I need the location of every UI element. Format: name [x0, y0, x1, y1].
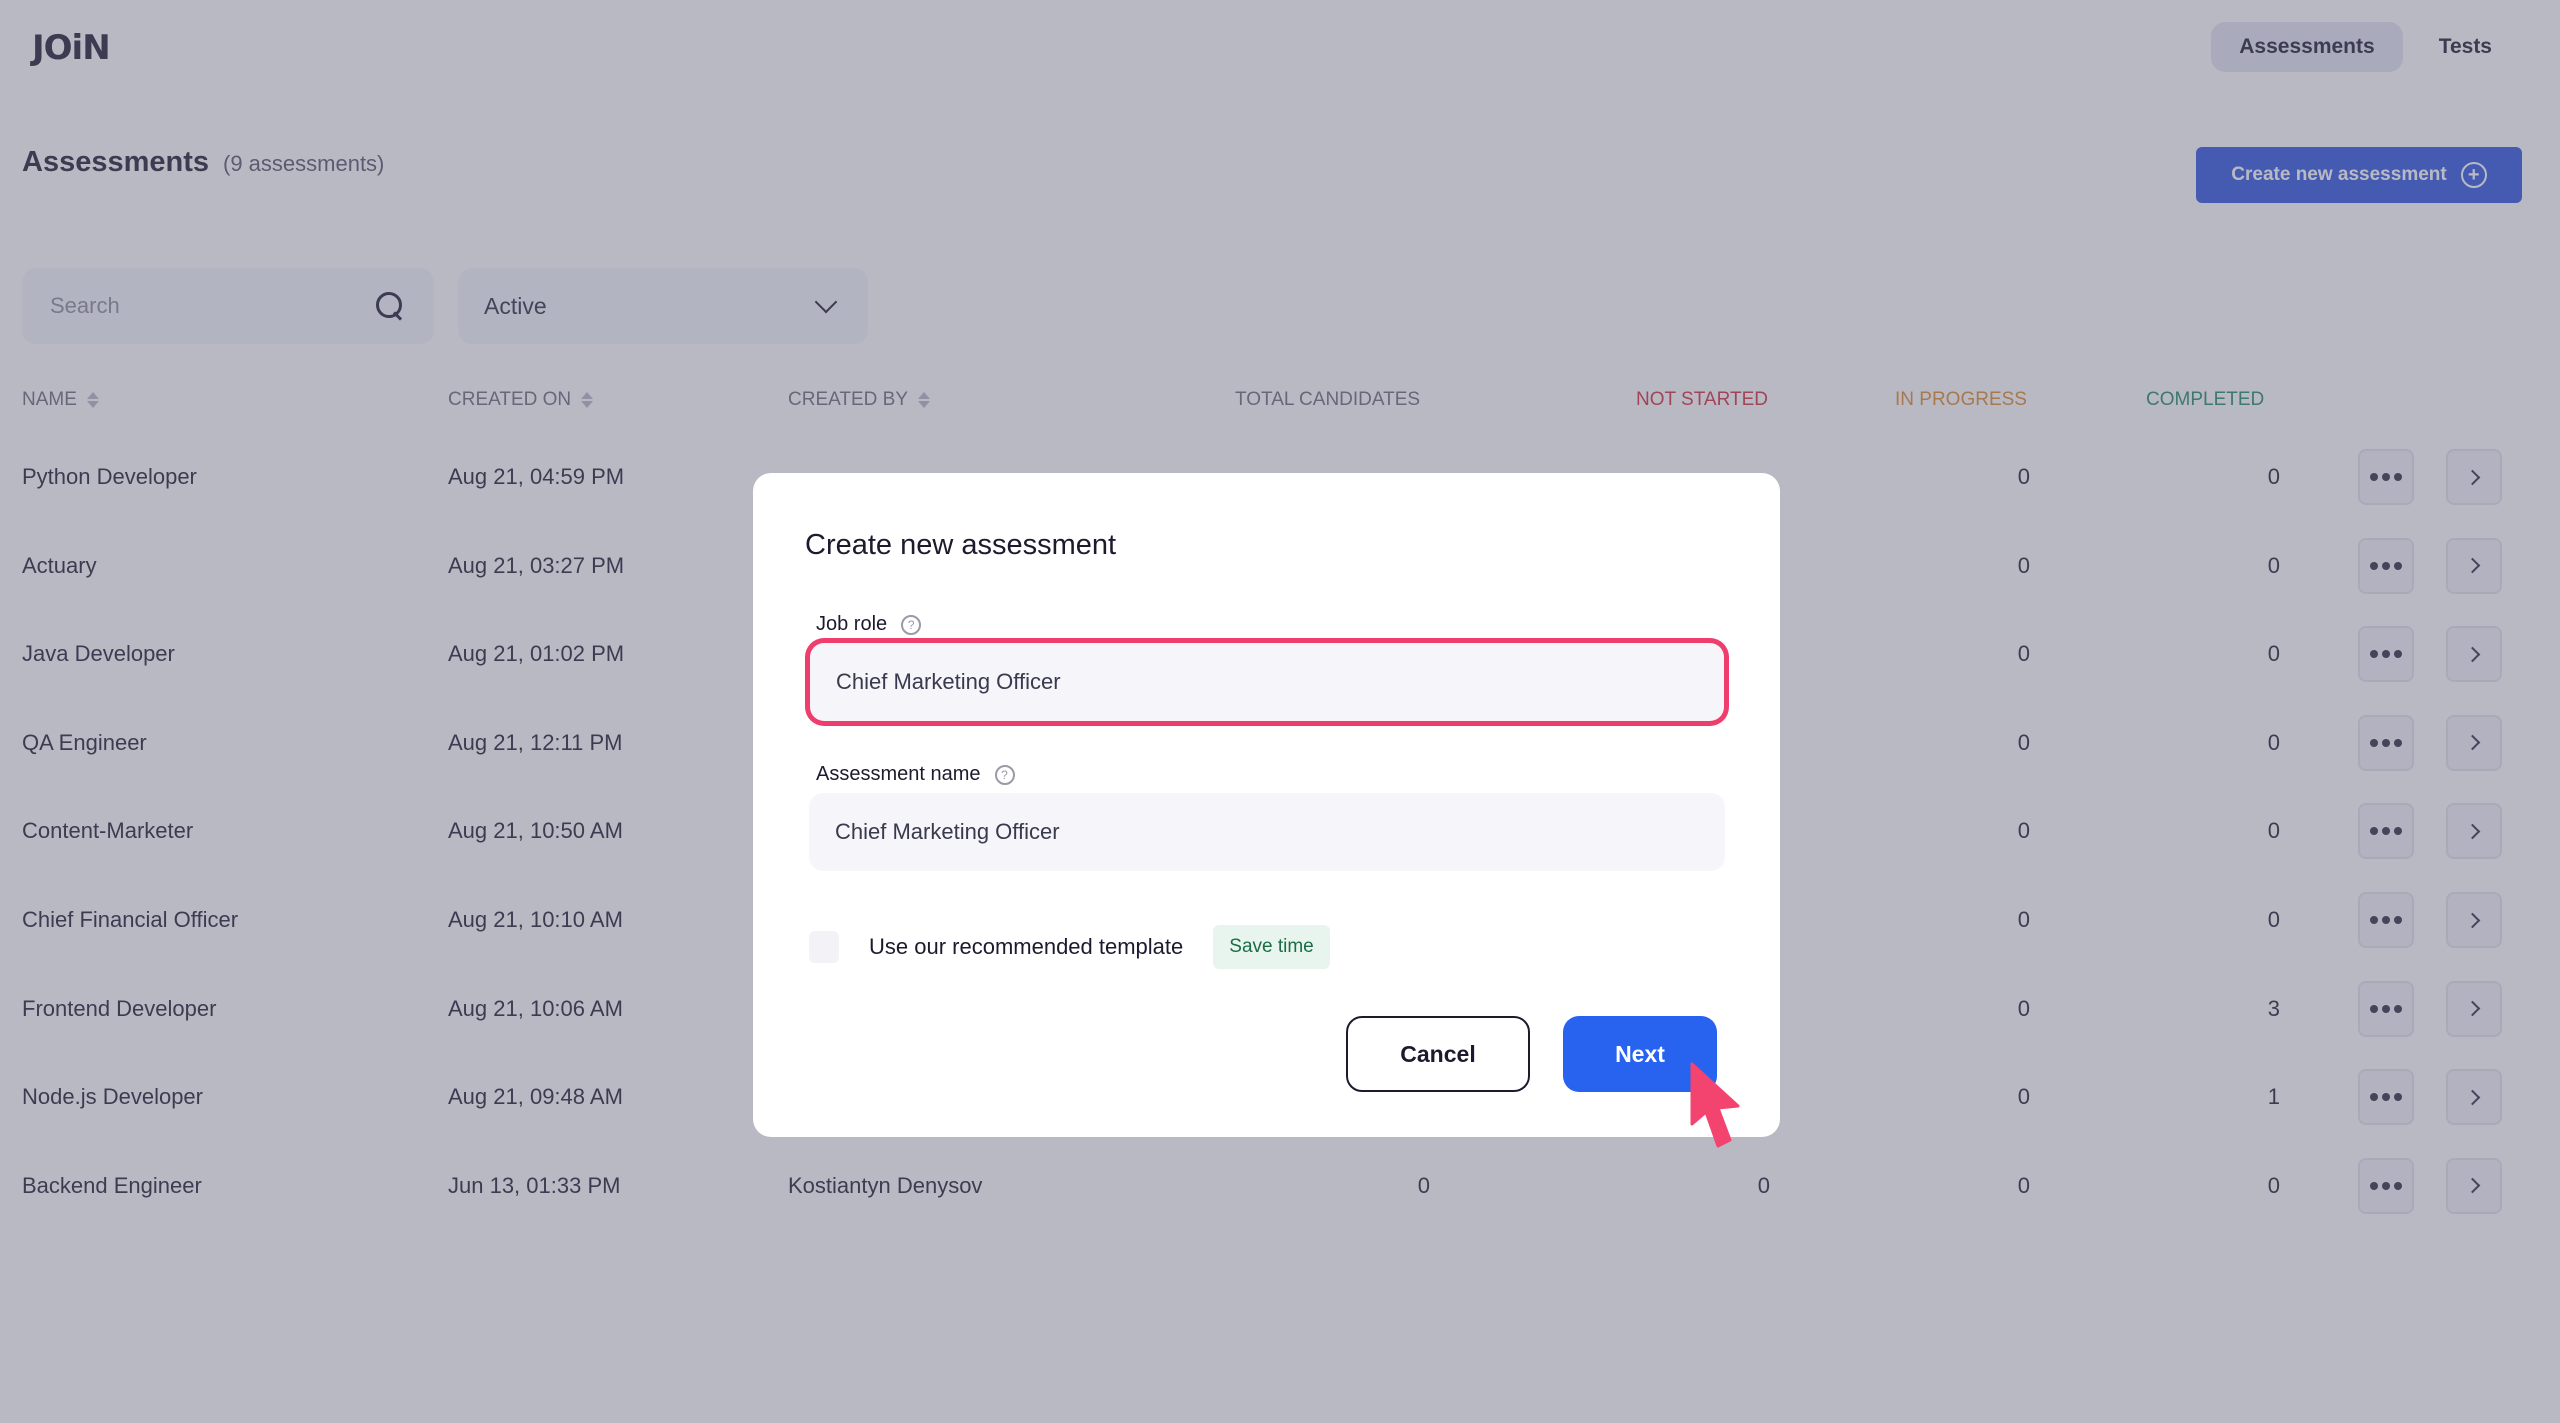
assessment-name-label-text: Assessment name	[816, 763, 981, 785]
job-role-input[interactable]	[836, 669, 1698, 695]
job-role-label: Job role ?	[816, 613, 922, 636]
template-option: Use our recommended template Save time	[809, 925, 1330, 969]
mouse-cursor-icon	[1690, 1062, 1740, 1148]
help-icon[interactable]: ?	[994, 764, 1015, 785]
assessment-name-label: Assessment name ?	[816, 763, 1015, 786]
template-checkbox-label[interactable]: Use our recommended template	[869, 934, 1183, 960]
job-role-field[interactable]	[810, 643, 1724, 721]
template-checkbox[interactable]	[809, 931, 839, 963]
help-icon[interactable]: ?	[901, 614, 922, 635]
save-time-badge: Save time	[1213, 925, 1330, 969]
assessment-name-input[interactable]	[835, 819, 1699, 845]
job-role-label-text: Job role	[816, 613, 888, 635]
assessment-name-field[interactable]	[809, 793, 1725, 871]
assessments-page: JOiN Assessments Tests Assessments (9 as…	[0, 0, 2560, 1423]
modal-title: Create new assessment	[805, 529, 1117, 561]
create-assessment-modal: Create new assessment Job role ? Assessm…	[753, 473, 1780, 1137]
cancel-button[interactable]: Cancel	[1346, 1016, 1530, 1092]
